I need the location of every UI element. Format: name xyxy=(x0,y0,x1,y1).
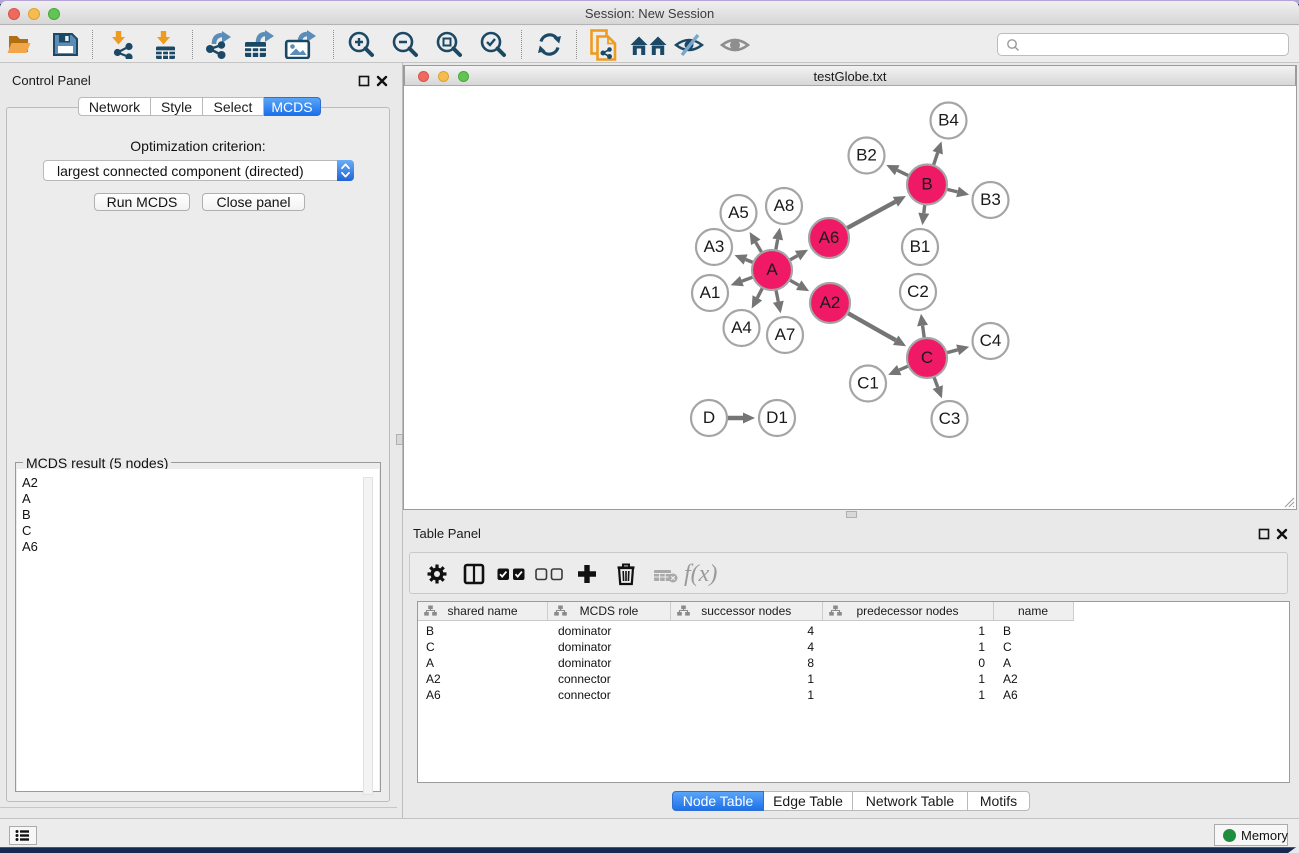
svg-text:D: D xyxy=(703,408,715,427)
svg-text:A3: A3 xyxy=(704,237,725,256)
svg-text:B1: B1 xyxy=(910,237,931,256)
svg-text:A: A xyxy=(766,260,778,279)
svg-text:A5: A5 xyxy=(728,203,749,222)
svg-text:C2: C2 xyxy=(907,282,929,301)
svg-text:A6: A6 xyxy=(819,228,840,247)
svg-text:B4: B4 xyxy=(938,111,959,130)
svg-text:A2: A2 xyxy=(820,293,841,312)
svg-text:B: B xyxy=(921,175,932,194)
svg-text:C1: C1 xyxy=(857,374,879,393)
svg-text:C4: C4 xyxy=(980,331,1002,350)
svg-text:C: C xyxy=(921,348,933,367)
svg-text:B2: B2 xyxy=(856,146,877,165)
svg-text:f(x): f(x) xyxy=(684,561,717,587)
svg-text:D1: D1 xyxy=(766,408,788,427)
svg-text:A7: A7 xyxy=(775,325,796,344)
svg-text:A1: A1 xyxy=(700,283,721,302)
svg-text:B3: B3 xyxy=(980,190,1001,209)
svg-text:C3: C3 xyxy=(939,409,961,428)
svg-text:A4: A4 xyxy=(731,318,752,337)
svg-text:A8: A8 xyxy=(774,196,795,215)
